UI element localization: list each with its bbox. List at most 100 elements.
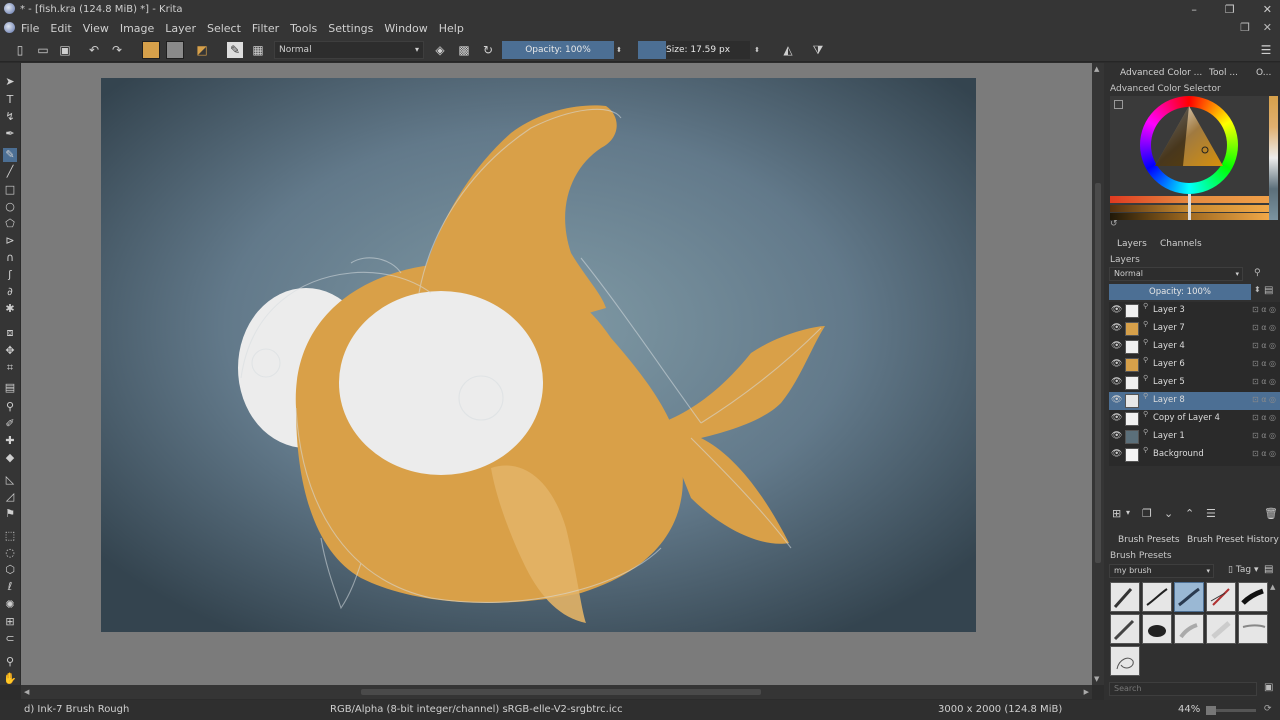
layer-flags-icons[interactable]: ⊡ α ◎ [1252, 341, 1276, 350]
layer-row[interactable]: 👁 ⚲ Layer 4 ⊡ α ◎ [1109, 338, 1280, 356]
transform-tool-icon[interactable]: ⧈ [3, 326, 17, 340]
layer-properties-icon[interactable]: ☰ [1206, 507, 1216, 520]
open-document-icon[interactable]: ▭ [35, 42, 51, 58]
text-tool-icon[interactable]: T [3, 93, 17, 107]
preserve-alpha-icon[interactable]: ▩ [456, 42, 472, 58]
polygonal-selection-tool-icon[interactable]: ⬡ [3, 563, 17, 577]
layer-row[interactable]: 👁 ⚲ Copy of Layer 4 ⊡ α ◎ [1109, 410, 1280, 428]
gradient-tool-icon[interactable]: ▤ [3, 381, 17, 395]
horizontal-scrollbar[interactable]: ◀ ▶ [21, 685, 1092, 699]
layer-filter-icon[interactable]: ⚲ [1254, 268, 1261, 278]
polyline-tool-icon[interactable]: ⊳ [3, 234, 17, 248]
multibrush-tool-icon[interactable]: ✱ [3, 302, 17, 316]
move-tool-icon[interactable]: ✥ [3, 344, 17, 358]
layer-flags-icons[interactable]: ⊡ α ◎ [1252, 359, 1276, 368]
app-menu-icon[interactable] [4, 22, 15, 33]
foreground-color-swatch[interactable] [142, 41, 160, 59]
tab-layers[interactable]: Layers [1117, 239, 1147, 249]
menu-select[interactable]: Select [207, 22, 241, 35]
colorize-mask-tool-icon[interactable]: ✐ [3, 417, 17, 431]
visibility-eye-icon[interactable]: 👁 [1111, 359, 1122, 369]
add-layer-menu-icon[interactable]: ▾ [1126, 508, 1130, 517]
menu-tools[interactable]: Tools [290, 22, 317, 35]
select-shapes-tool-icon[interactable]: ➤ [3, 75, 17, 89]
elliptical-selection-tool-icon[interactable]: ◌ [3, 546, 17, 560]
brush-preset-selected[interactable] [1174, 582, 1204, 612]
blend-mode-select[interactable]: Normal ▾ [274, 41, 424, 59]
brush-preset[interactable] [1142, 614, 1172, 644]
brush-preset[interactable] [1110, 582, 1140, 612]
tab-channels[interactable]: Channels [1160, 239, 1202, 249]
polygon-tool-icon[interactable]: ⬠ [3, 217, 17, 231]
rectangle-tool-icon[interactable]: □ [3, 183, 17, 197]
pattern-icon[interactable]: ▦ [250, 42, 266, 58]
tab-advanced-color[interactable]: Advanced Color ... [1120, 68, 1202, 78]
pan-tool-icon[interactable]: ✋ [3, 672, 17, 686]
menu-edit[interactable]: Edit [50, 22, 71, 35]
tab-brush-presets[interactable]: Brush Presets [1118, 535, 1180, 545]
zoom-slider[interactable] [1206, 706, 1256, 715]
brush-search-options-icon[interactable]: ▣ [1264, 682, 1273, 693]
layer-flags-icons[interactable]: ⊡ α ◎ [1252, 431, 1276, 440]
freehand-brush-tool-icon[interactable]: ✎ [3, 148, 17, 162]
maximize-icon[interactable]: ❐ [1225, 3, 1235, 16]
tab-overview[interactable]: O... [1256, 68, 1271, 78]
layer-row[interactable]: 👁 ⚲ Layer 5 ⊡ α ◎ [1109, 374, 1280, 392]
color-triangle[interactable] [1153, 104, 1225, 174]
brush-preset[interactable] [1238, 614, 1268, 644]
eraser-mode-icon[interactable]: ◈ [432, 42, 448, 58]
menu-window[interactable]: Window [384, 22, 427, 35]
add-layer-icon[interactable]: ⊞ [1112, 507, 1121, 520]
layer-row[interactable]: 👁 ⚲ Background ⊡ α ◎ [1109, 446, 1280, 464]
reference-images-tool-icon[interactable]: ⚑ [3, 507, 17, 521]
brush-preset[interactable] [1142, 582, 1172, 612]
line-tool-icon[interactable]: ╱ [3, 165, 17, 179]
visibility-eye-icon[interactable]: 👁 [1111, 431, 1122, 441]
zoom-tool-icon[interactable]: ⚲ [3, 655, 17, 669]
brush-scroll-up-icon[interactable]: ▲ [1270, 583, 1275, 591]
brush-preset[interactable] [1206, 582, 1236, 612]
minimize-icon[interactable]: – [1191, 3, 1197, 16]
undo-icon[interactable]: ↶ [86, 42, 102, 58]
vertical-scrollbar[interactable]: ▲ ▼ [1092, 63, 1104, 685]
visibility-eye-icon[interactable]: 👁 [1111, 449, 1122, 459]
menu-view[interactable]: View [83, 22, 109, 35]
new-document-icon[interactable]: ▯ [12, 42, 28, 58]
color-history-strip[interactable] [1269, 96, 1278, 220]
refresh-colors-icon[interactable]: ↺ [1110, 219, 1118, 229]
layers-opacity-slider[interactable]: Opacity: 100% [1109, 284, 1251, 300]
magnetic-selection-tool-icon[interactable]: ⊂ [3, 632, 17, 646]
drawing-canvas[interactable] [101, 78, 976, 632]
layers-blend-select[interactable]: Normal ▾ [1109, 267, 1243, 281]
layer-row[interactable]: 👁 ⚲ Layer 3 ⊡ α ◎ [1109, 302, 1280, 320]
close-icon[interactable]: ✕ [1263, 3, 1272, 16]
menu-image[interactable]: Image [120, 22, 154, 35]
delete-layer-icon[interactable]: 🗑 [1264, 507, 1278, 520]
visibility-eye-icon[interactable]: 👁 [1111, 377, 1122, 387]
layer-flags-icons[interactable]: ⊡ α ◎ [1252, 413, 1276, 422]
brush-preset[interactable] [1110, 614, 1140, 644]
menu-file[interactable]: File [21, 22, 39, 35]
mirror-vertical-icon[interactable]: ⧩ [810, 42, 826, 58]
dock-menu-icon[interactable]: ☰ [1258, 42, 1274, 58]
redo-icon[interactable]: ↷ [109, 42, 125, 58]
hue-ring[interactable] [1140, 96, 1238, 194]
fill-tool-icon[interactable]: ◆ [3, 451, 17, 465]
visibility-eye-icon[interactable]: 👁 [1111, 413, 1122, 423]
mirror-horizontal-icon[interactable]: ◭ [780, 42, 796, 58]
brush-preset[interactable] [1174, 614, 1204, 644]
tab-tool-options[interactable]: Tool ... [1209, 68, 1238, 78]
size-spin-icon[interactable]: ⬍ [752, 42, 762, 58]
tag-button[interactable]: ▯ Tag ▾ [1228, 565, 1258, 575]
doc-restore-icon[interactable]: ❐ [1240, 21, 1250, 34]
reload-preset-icon[interactable]: ↻ [480, 42, 496, 58]
size-slider[interactable]: Size: 17.59 px [638, 41, 750, 59]
freehand-selection-tool-icon[interactable]: ℓ [3, 580, 17, 594]
selector-settings-icon[interactable] [1114, 100, 1123, 109]
layers-view-mode-icon[interactable]: ▤ [1264, 285, 1273, 296]
color-picker-tool-icon[interactable]: ⚲ [3, 400, 17, 414]
rotation-icon[interactable]: ⟳ [1264, 704, 1272, 714]
duplicate-layer-icon[interactable]: ❐ [1142, 507, 1152, 520]
opacity-slider[interactable]: Opacity: 100% [502, 41, 614, 59]
layer-flags-icons[interactable]: ⊡ α ◎ [1252, 449, 1276, 458]
